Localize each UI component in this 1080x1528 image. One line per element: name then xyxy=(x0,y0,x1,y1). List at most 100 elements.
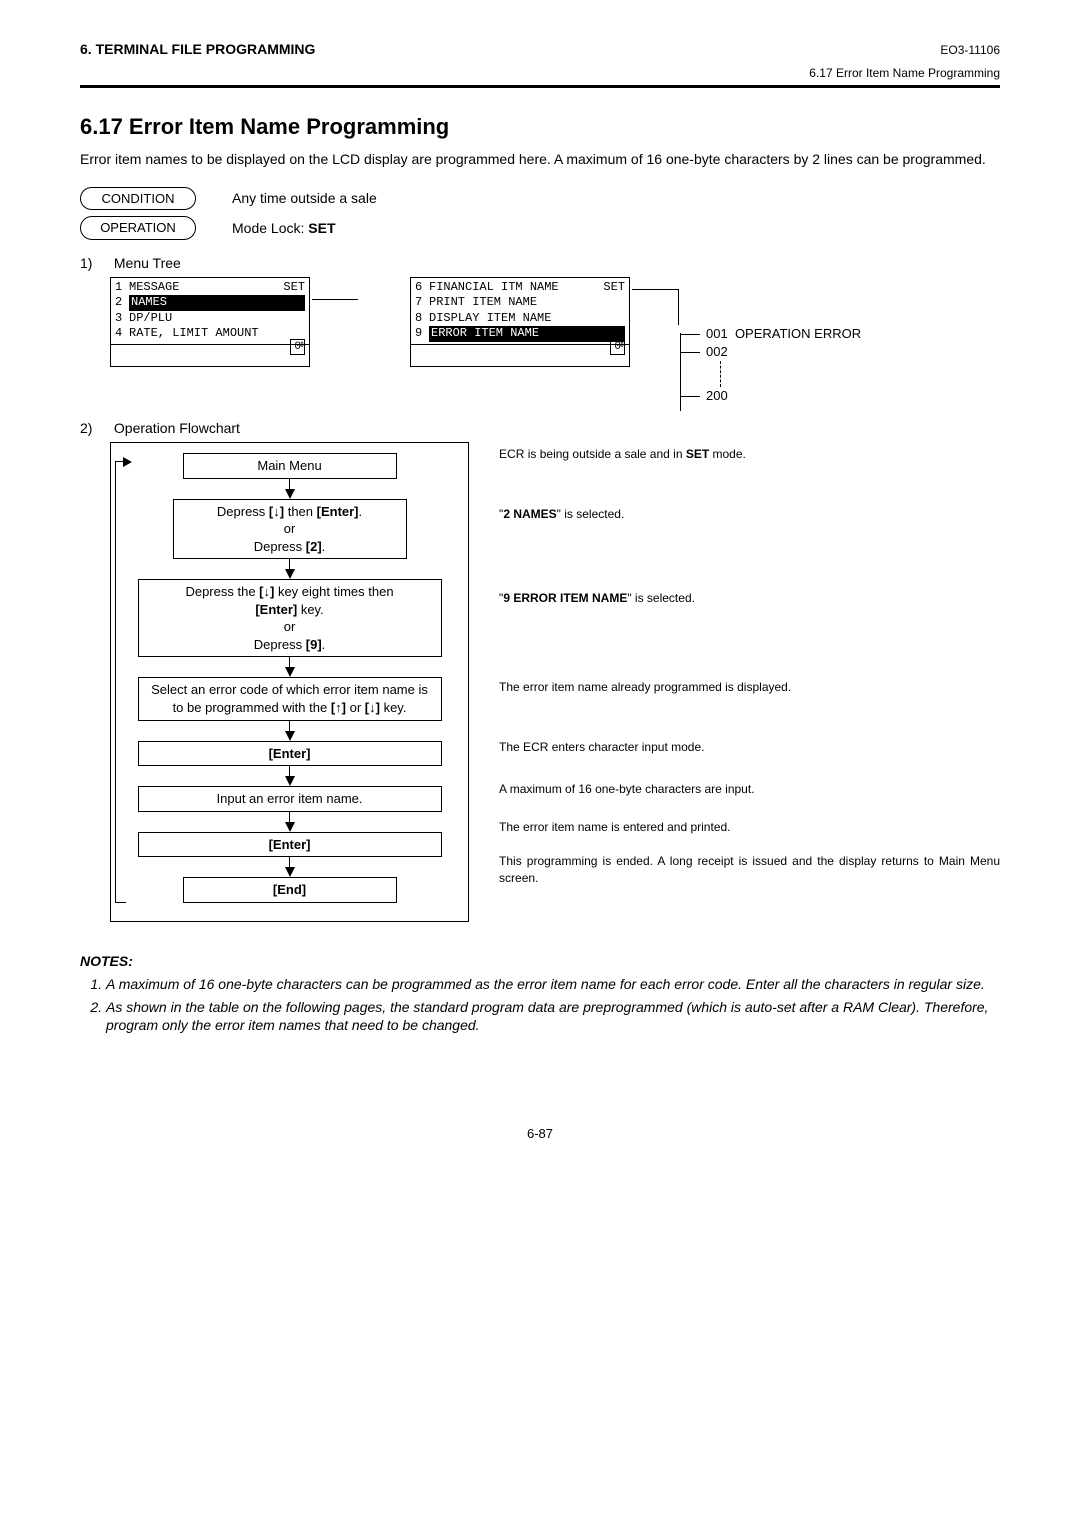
arrow-icon xyxy=(285,667,295,677)
t: Depress the xyxy=(185,584,259,599)
menu2-l3: ERROR ITEM NAME xyxy=(429,326,625,342)
t: . xyxy=(322,539,326,554)
flow-descriptions: ECR is being outside a sale and in SET m… xyxy=(499,442,1000,922)
intro-text: Error item names to be displayed on the … xyxy=(80,150,1000,169)
err-001: 001 xyxy=(706,326,728,341)
d: SET xyxy=(686,447,709,461)
t: [↓] xyxy=(365,700,380,715)
menu2-botnum: 0 xyxy=(610,339,625,355)
header-rule xyxy=(80,85,1000,88)
d: mode. xyxy=(709,447,746,461)
menu2-n3: 9 xyxy=(415,326,429,342)
menu1-l0: MESSAGE xyxy=(129,280,305,296)
menu-box-1: SET 1MESSAGE 2NAMES 3DP/PLU 4RATE, LIMIT… xyxy=(110,277,310,367)
t: Depress xyxy=(217,504,269,519)
sec2-title: Operation Flowchart xyxy=(114,420,240,436)
d8: This programming is ended. A long receip… xyxy=(499,853,1000,885)
menu-box-2: SET 6FINANCIAL ITM NAME 7PRINT ITEM NAME… xyxy=(410,277,630,367)
flow-step-3: Depress the [↓] key eight times then [En… xyxy=(138,579,442,657)
d: " is selected. xyxy=(557,507,625,521)
chapter-title: 6. TERMINAL FILE PROGRAMMING xyxy=(80,40,315,59)
breadcrumb: 6.17 Error Item Name Programming xyxy=(80,65,1000,81)
flow-end: [End] xyxy=(183,877,397,903)
flow-main-menu: Main Menu xyxy=(183,453,397,479)
flow-enter-1: [Enter] xyxy=(138,741,442,767)
menu1-n1: 2 xyxy=(115,295,129,311)
t: . xyxy=(322,637,326,652)
t: or xyxy=(284,521,296,536)
arrow-icon xyxy=(285,822,295,832)
menu1-n0: 1 xyxy=(115,280,129,296)
sec1-num: 1) xyxy=(80,254,110,273)
d: 2 NAMES xyxy=(503,507,556,521)
arrow-icon xyxy=(285,867,295,877)
t: [↓] xyxy=(269,504,284,519)
err-200: 200 xyxy=(706,388,728,403)
error-code-list: 001 OPERATION ERROR 002 200 xyxy=(680,325,861,406)
menu-tree: SET 1MESSAGE 2NAMES 3DP/PLU 4RATE, LIMIT… xyxy=(110,277,1000,406)
menu1-n3: 4 xyxy=(115,326,129,342)
t: [Enter] xyxy=(255,602,297,617)
d: " is selected. xyxy=(627,591,695,605)
d4: The error item name already programmed i… xyxy=(499,679,1000,695)
err-002: 002 xyxy=(706,344,728,359)
d: ECR is being outside a sale and in xyxy=(499,447,686,461)
err-001-lbl: OPERATION ERROR xyxy=(735,326,861,341)
menu2-n0: 6 xyxy=(415,280,429,296)
sec2-num: 2) xyxy=(80,419,110,438)
arrow-icon xyxy=(285,731,295,741)
sec1-title: Menu Tree xyxy=(114,255,181,271)
menu2-n2: 8 xyxy=(415,311,429,327)
t: key. xyxy=(297,602,324,617)
d6: A maximum of 16 one-byte characters are … xyxy=(499,781,1000,797)
menu2-topright: SET xyxy=(603,280,625,296)
note-2: As shown in the table on the following p… xyxy=(106,998,1000,1036)
t: Depress xyxy=(254,637,306,652)
arrow-icon xyxy=(285,569,295,579)
menu1-l2: DP/PLU xyxy=(129,311,305,327)
flow-input-name: Input an error item name. xyxy=(138,786,442,812)
menu2-l1: PRINT ITEM NAME xyxy=(429,295,625,311)
t: [Enter] xyxy=(317,504,359,519)
t: [↑] xyxy=(331,700,346,715)
note-1: A maximum of 16 one-byte characters can … xyxy=(106,975,1000,994)
t: . xyxy=(359,504,363,519)
t: or xyxy=(346,700,365,715)
operation-prefix: Mode Lock: xyxy=(232,220,308,236)
flowchart: Main Menu Depress [↓] then [Enter]. or D… xyxy=(110,442,469,922)
menu1-l1: NAMES xyxy=(129,295,305,311)
menu1-botnum: 0 xyxy=(290,339,305,355)
operation-text: Mode Lock: SET xyxy=(232,219,1000,238)
t: key. xyxy=(380,700,407,715)
d: 9 ERROR ITEM NAME xyxy=(503,591,627,605)
t: key eight times then xyxy=(274,584,393,599)
t: [↓] xyxy=(259,584,274,599)
loop-rail xyxy=(115,461,126,903)
notes-title: NOTES: xyxy=(80,952,1000,971)
operation-bold: SET xyxy=(308,220,335,236)
flow-step-4: Select an error code of which error item… xyxy=(138,677,442,720)
t: [9] xyxy=(306,637,322,652)
menu2-n1: 7 xyxy=(415,295,429,311)
menu1-topright: SET xyxy=(283,280,305,296)
condition-text: Any time outside a sale xyxy=(232,189,1000,208)
flow-step-2: Depress [↓] then [Enter]. or Depress [2]… xyxy=(173,499,407,560)
menu1-l3: RATE, LIMIT AMOUNT xyxy=(129,326,305,342)
d5: The ECR enters character input mode. xyxy=(499,739,1000,755)
operation-pill: OPERATION xyxy=(80,216,196,240)
t: or xyxy=(284,619,296,634)
t: then xyxy=(284,504,317,519)
page-title: 6.17 Error Item Name Programming xyxy=(80,112,1000,142)
arrow-icon xyxy=(285,489,295,499)
arrow-icon xyxy=(285,776,295,786)
menu2-l2: DISPLAY ITEM NAME xyxy=(429,311,625,327)
menu2-l0: FINANCIAL ITM NAME xyxy=(429,280,625,296)
notes-section: NOTES: A maximum of 16 one-byte characte… xyxy=(80,952,1000,1036)
d7: The error item name is entered and print… xyxy=(499,819,1000,835)
condition-pill: CONDITION xyxy=(80,187,196,211)
page-number: 6-87 xyxy=(80,1125,1000,1143)
t: [2] xyxy=(306,539,322,554)
t: Depress xyxy=(254,539,306,554)
flow-enter-2: [Enter] xyxy=(138,832,442,858)
menu1-n2: 3 xyxy=(115,311,129,327)
